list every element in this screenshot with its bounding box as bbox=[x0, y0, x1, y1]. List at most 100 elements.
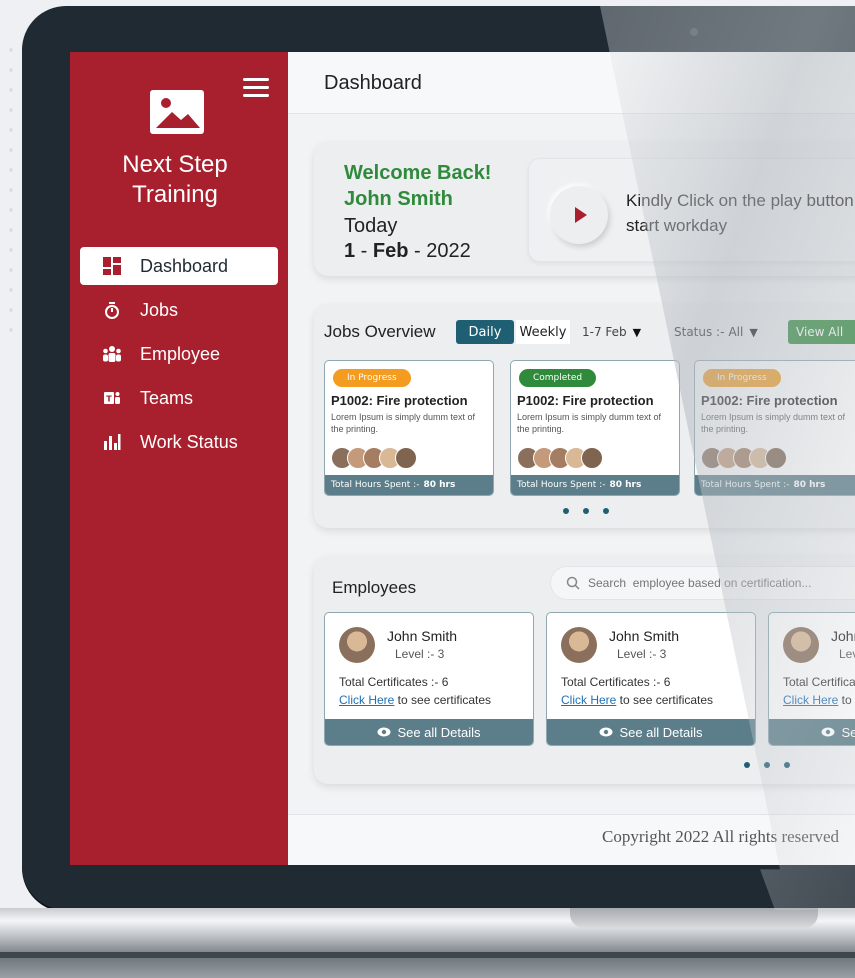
employee-name: John Smith bbox=[387, 628, 458, 644]
avatar bbox=[765, 447, 787, 469]
date-range-select[interactable]: 1-7 Feb ▼ bbox=[582, 320, 641, 344]
see-all-details-button[interactable]: See all Details bbox=[769, 719, 855, 745]
tab-daily[interactable]: Daily bbox=[456, 320, 514, 344]
employee-certificate-count: Total Certificates :- 6 bbox=[783, 675, 855, 689]
avatar bbox=[581, 447, 603, 469]
employees-carousel-dots bbox=[744, 762, 804, 768]
caret-down-icon: ▼ bbox=[632, 325, 642, 339]
status-filter-label: Status :- bbox=[674, 325, 725, 339]
sidebar-item-teams[interactable]: T Teams bbox=[80, 379, 278, 417]
play-icon bbox=[575, 207, 587, 223]
sidebar-nav: Dashboard Jobs Employee T Teams Work Sta… bbox=[80, 247, 278, 467]
employee-card: John Smith Level :- 3 Total Certificates… bbox=[324, 612, 534, 746]
image-logo-icon bbox=[150, 90, 204, 134]
sidebar-item-employee[interactable]: Employee bbox=[80, 335, 278, 373]
sidebar-item-work-status[interactable]: Work Status bbox=[80, 423, 278, 461]
status-filter-value: All bbox=[728, 325, 744, 339]
current-date: 1 - Feb - 2022 bbox=[344, 240, 471, 262]
certificates-link-row: Click Here to see certificates bbox=[561, 693, 714, 707]
tab-weekly[interactable]: Weekly bbox=[516, 320, 570, 344]
hours-value: 80 hrs bbox=[423, 480, 456, 490]
view-certificates-link[interactable]: Click Here bbox=[783, 693, 838, 707]
dashboard-grid-icon bbox=[102, 256, 122, 276]
job-card[interactable]: Completed P1002: Fire protection Lorem I… bbox=[510, 360, 680, 496]
job-card[interactable]: In Progress P1002: Fire protection Lorem… bbox=[324, 360, 494, 496]
job-description: Lorem Ipsum is simply dumm text of the p… bbox=[331, 412, 476, 434]
brand-line-2: Training bbox=[132, 181, 218, 208]
job-card[interactable]: In Progress P1002: Fire protection Lorem… bbox=[694, 360, 855, 496]
date-range-value: 1-7 Feb bbox=[582, 325, 627, 339]
assignee-avatars bbox=[331, 447, 417, 471]
eye-icon bbox=[821, 727, 835, 737]
people-group-icon bbox=[102, 344, 122, 364]
welcome-card: Welcome Back! John Smith Today 1 - Feb -… bbox=[314, 142, 855, 276]
hours-value: 80 hrs bbox=[793, 480, 826, 490]
hamburger-menu-icon[interactable] bbox=[243, 78, 269, 98]
workday-instruction: Kindly Click on the play button to start… bbox=[626, 191, 855, 235]
sidebar-item-dashboard[interactable]: Dashboard bbox=[80, 247, 278, 285]
status-badge: In Progress bbox=[333, 369, 411, 387]
view-certificates-link[interactable]: Click Here bbox=[561, 693, 616, 707]
laptop-camera bbox=[690, 28, 698, 36]
assignee-avatars bbox=[517, 447, 603, 471]
app-screen: Next Step Training Dashboard Jobs Employ… bbox=[70, 52, 855, 865]
laptop-base-notch bbox=[570, 908, 818, 928]
eye-icon bbox=[599, 727, 613, 737]
job-description: Lorem Ipsum is simply dumm text of the p… bbox=[701, 412, 846, 434]
view-all-button[interactable]: View All bbox=[788, 320, 855, 344]
avatar bbox=[395, 447, 417, 469]
carousel-dot[interactable] bbox=[583, 508, 589, 514]
laptop-base-line bbox=[0, 952, 855, 958]
employee-certificate-count: Total Certificates :- 6 bbox=[339, 675, 449, 689]
jobs-overview-card: Jobs Overview Daily Weekly 1-7 Feb ▼ Sta… bbox=[314, 304, 855, 528]
bar-chart-icon bbox=[102, 432, 122, 452]
carousel-dot[interactable] bbox=[764, 762, 770, 768]
employee-search-input[interactable] bbox=[588, 576, 848, 590]
welcome-greeting: Welcome Back! bbox=[344, 162, 492, 184]
avatar bbox=[561, 627, 597, 663]
carousel-dot[interactable] bbox=[744, 762, 750, 768]
sidebar-item-jobs[interactable]: Jobs bbox=[80, 291, 278, 329]
employee-certificate-count: Total Certificates :- 6 bbox=[561, 675, 671, 689]
sidebar-item-label: Teams bbox=[140, 387, 194, 408]
welcome-user-name: John Smith bbox=[344, 188, 453, 210]
jobs-carousel-dots bbox=[563, 508, 623, 514]
certificates-link-row: Click Here to see certificates bbox=[339, 693, 492, 707]
employee-name: John Smith bbox=[609, 628, 680, 644]
search-icon bbox=[566, 576, 580, 590]
caret-down-icon: ▼ bbox=[749, 325, 758, 339]
carousel-dot[interactable] bbox=[603, 508, 609, 514]
employees-title: Employees bbox=[332, 578, 417, 597]
employee-name: John Smith bbox=[831, 628, 855, 644]
job-title: P1002: Fire protection bbox=[517, 393, 654, 408]
teams-icon: T bbox=[102, 388, 122, 408]
carousel-dot[interactable] bbox=[784, 762, 790, 768]
top-bar: Dashboard bbox=[288, 52, 855, 114]
footer: Copyright 2022 All rights reserved bbox=[288, 814, 855, 865]
employee-level: Level :- 3 bbox=[395, 647, 445, 661]
status-badge: Completed bbox=[519, 369, 597, 387]
see-all-details-button[interactable]: See all Details bbox=[325, 719, 533, 745]
brand-line-1: Next Step bbox=[122, 151, 228, 178]
hours-spent-bar: Total Hours Spent :- 80 hrs bbox=[325, 475, 493, 495]
main-content: Dashboard Welcome Back! John Smith Today… bbox=[288, 52, 855, 865]
employee-card: John Smith Level :- 3 Total Certificates… bbox=[768, 612, 855, 746]
see-all-details-button[interactable]: See all Details bbox=[547, 719, 755, 745]
sidebar-item-label: Employee bbox=[140, 343, 221, 364]
avatar bbox=[339, 627, 375, 663]
view-certificates-link[interactable]: Click Here bbox=[339, 693, 394, 707]
status-filter-select[interactable]: Status :- All ▼ bbox=[674, 320, 758, 344]
start-workday-play-button[interactable] bbox=[550, 186, 608, 244]
avatar bbox=[783, 627, 819, 663]
carousel-dot[interactable] bbox=[563, 508, 569, 514]
decorative-dot-grid bbox=[4, 40, 18, 340]
employee-search bbox=[550, 566, 855, 600]
sidebar-item-label: Dashboard bbox=[140, 255, 229, 276]
employee-level: Level :- 3 bbox=[839, 647, 855, 661]
certificates-link-row: Click Here to see certificates bbox=[783, 693, 855, 707]
sidebar: Next Step Training Dashboard Jobs Employ… bbox=[70, 52, 288, 865]
job-title: P1002: Fire protection bbox=[331, 393, 468, 408]
page-title: Dashboard bbox=[324, 72, 422, 94]
hours-spent-bar: Total Hours Spent :- 80 hrs bbox=[511, 475, 679, 495]
employees-card: Employees John Smith Level :- 3 Total Ce… bbox=[314, 556, 855, 784]
